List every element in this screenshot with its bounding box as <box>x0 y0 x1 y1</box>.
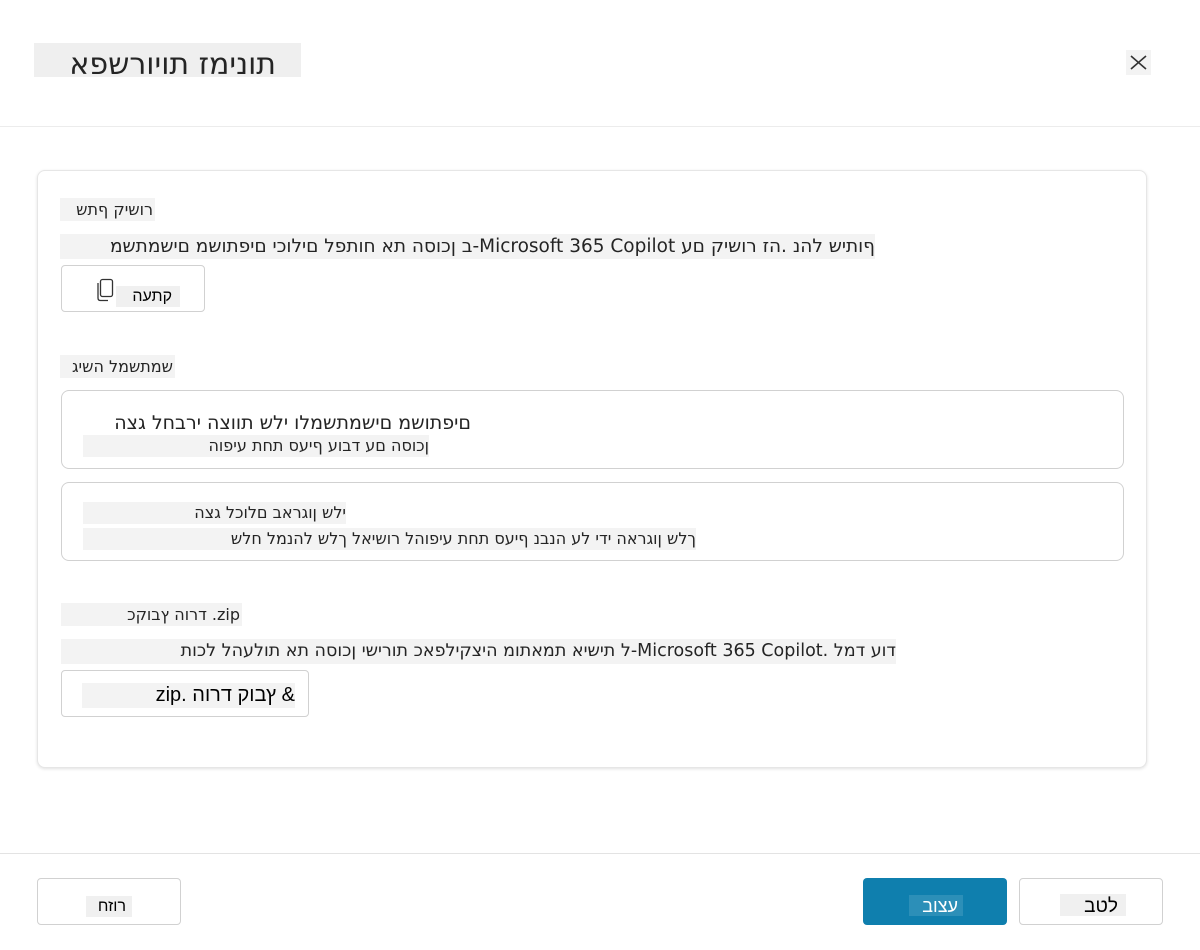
copy-link-button[interactable]: קתעה <box>61 265 205 312</box>
primary-button-label: עצוב <box>909 895 963 916</box>
back-button[interactable]: רוזח <box>37 878 181 925</box>
access-option-organization-subtitle: ךלש ןוגראה ידי לע הנבנ ףיעס תחת עיפוהל ר… <box>83 528 696 550</box>
share-dialog: תונימז תויורשפא רושיק ףתש ףותיש להנ .הז … <box>0 0 1200 950</box>
back-button-label: רוזח <box>86 896 132 917</box>
access-option-team[interactable]: םיפתושמ םישמתשמלו ילש תווצה ירבחל גצה ןכ… <box>61 390 1124 469</box>
dialog-title: תונימז תויורשפא <box>34 43 301 82</box>
download-zip-label: & ץבוק דרוה .zip <box>82 683 295 708</box>
zip-label: zip. דרוה ץבוקכ <box>61 603 242 626</box>
share-link-label: רושיק ףתש <box>60 198 155 221</box>
access-option-team-title: םיפתושמ םישמתשמלו ילש תווצה ירבחל גצה <box>114 412 471 434</box>
download-zip-button[interactable]: & ץבוק דרוה .zip <box>61 670 309 717</box>
dialog-header: תונימז תויורשפא <box>0 0 1200 127</box>
access-option-team-subtitle: ןכוסה םע דבוע ףיעס תחת עיפוה <box>83 435 429 457</box>
close-icon <box>1130 55 1147 70</box>
zip-description: דוע דמל .Microsoft 365 Copilot-ל תישיא ת… <box>61 639 896 664</box>
share-link-description: ףותיש להנ .הז רושיק םע Microsoft 365 Cop… <box>60 234 875 259</box>
cancel-button-label: לטב <box>1060 894 1126 917</box>
close-button[interactable] <box>1126 50 1151 75</box>
access-label: שמתשמל השיג <box>60 355 175 378</box>
access-option-organization[interactable]: ילש ןוגראב םלוכל גצה ךלש ןוגראה ידי לע ה… <box>61 482 1124 561</box>
copy-icon <box>97 278 114 302</box>
cancel-button[interactable]: לטב <box>1019 878 1163 925</box>
primary-button[interactable]: עצוב <box>863 878 1007 925</box>
access-option-organization-title: ילש ןוגראב םלוכל גצה <box>83 502 346 524</box>
copy-link-label: קתעה <box>116 286 180 307</box>
